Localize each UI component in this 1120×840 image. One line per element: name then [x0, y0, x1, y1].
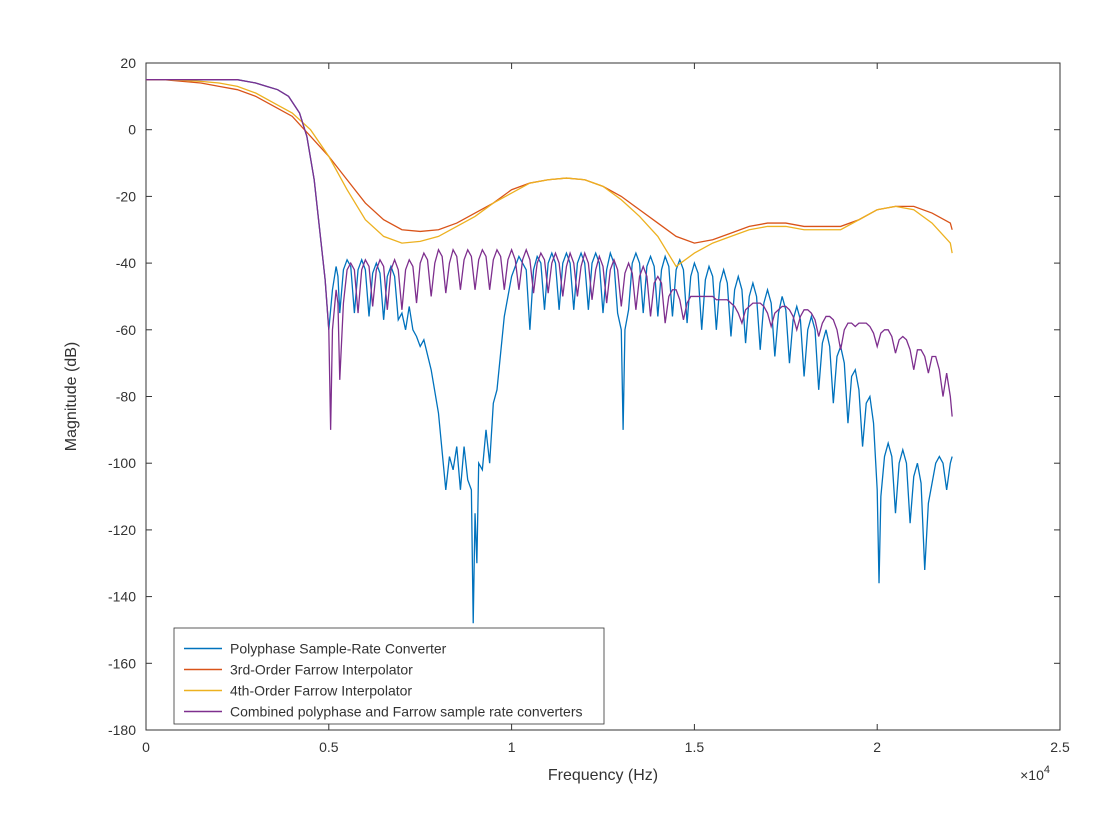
y-tick-label: -100	[108, 455, 136, 471]
y-tick-label: -40	[116, 255, 136, 271]
series-line-0	[146, 80, 952, 624]
x-tick-label: 0	[142, 739, 150, 755]
y-axis-label: Magnitude (dB)	[63, 342, 80, 451]
legend-label: 3rd-Order Farrow Interpolator	[230, 662, 413, 678]
y-tick-label: -20	[116, 188, 136, 204]
y-tick-label: 20	[120, 55, 136, 71]
y-tick-label: -140	[108, 589, 136, 605]
legend-label: Polyphase Sample-Rate Converter	[230, 641, 447, 657]
legend-label: 4th-Order Farrow Interpolator	[230, 683, 412, 699]
y-tick-label: -160	[108, 655, 136, 671]
x-tick-label: 1	[508, 739, 516, 755]
y-tick-label: 0	[128, 122, 136, 138]
x-exponent-label: ×104	[1020, 764, 1050, 783]
y-tick-label: -80	[116, 389, 136, 405]
legend-label: Combined polyphase and Farrow sample rat…	[230, 704, 583, 720]
y-tick-label: -60	[116, 322, 136, 338]
y-tick-label: -120	[108, 522, 136, 538]
series-line-2	[146, 80, 952, 267]
x-axis-label: Frequency (Hz)	[548, 767, 658, 784]
x-tick-label: 1.5	[685, 739, 705, 755]
series-line-1	[146, 80, 952, 243]
x-tick-label: 2	[873, 739, 881, 755]
y-tick-label: -180	[108, 722, 136, 738]
x-tick-label: 0.5	[319, 739, 339, 755]
magnitude-response-chart: 0 0.5 1 1.5 2 2.5 -180 -160 -140 -120 -100 -80 -60 -4…	[0, 0, 1120, 840]
x-tick-label: 2.5	[1050, 739, 1070, 755]
